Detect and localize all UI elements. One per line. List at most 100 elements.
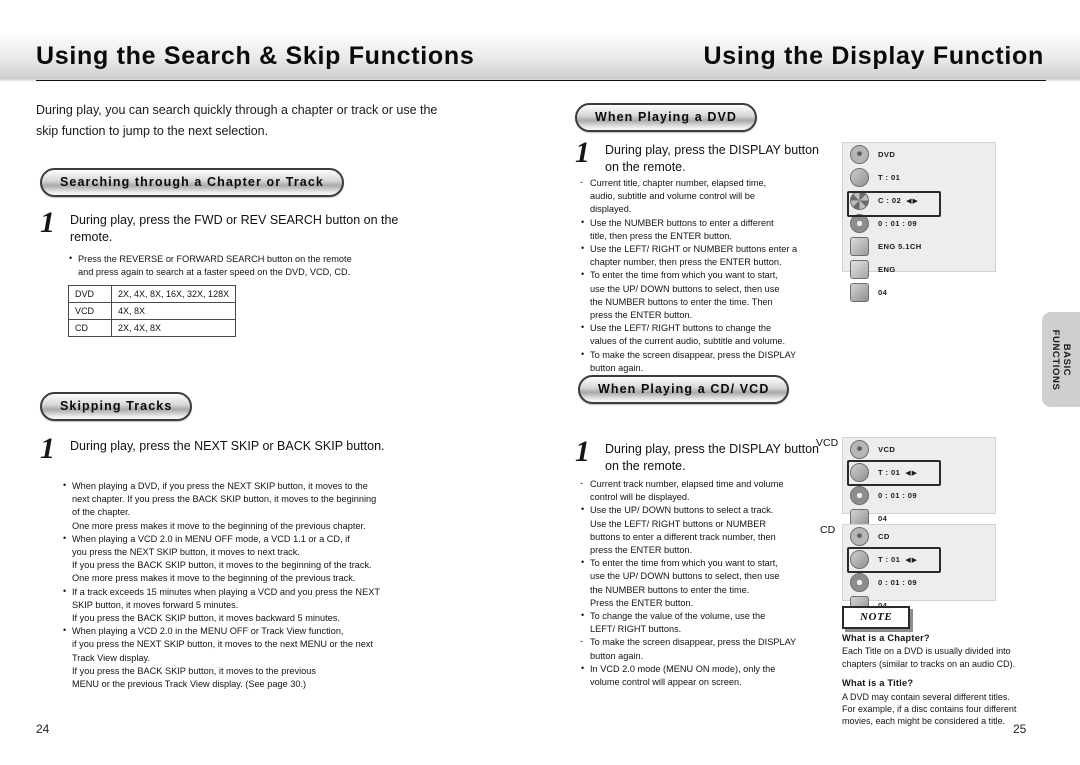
list-item-line: To enter the time from which you want to…	[590, 270, 778, 281]
list-item-line: button again.	[590, 650, 644, 661]
note-item-heading: What is a Title?	[842, 678, 914, 689]
step-text: During play, press the FWD or REV SEARCH…	[70, 213, 399, 244]
list-item-line: the NUMBER buttons to enter the time.	[590, 584, 750, 595]
osd-tag-vcd: VCD	[816, 437, 839, 449]
list-item-line: you press the NEXT SKIP button, it moves…	[72, 547, 300, 558]
note-item-body: Each Title on a DVD is usually divided i…	[842, 646, 1016, 669]
osd-row-label: CD	[878, 532, 890, 541]
step-skip: 1 During play, press the NEXT SKIP or BA…	[40, 432, 440, 465]
list-item-line: If you press the BACK SKIP button, it mo…	[72, 665, 316, 676]
table-cell-label: CD	[68, 319, 112, 337]
table-cell-label: DVD	[68, 285, 112, 303]
header-rule	[36, 80, 1046, 81]
bullet-glyph: -	[580, 478, 583, 488]
osd-row: 0 : 01 : 09	[843, 484, 995, 507]
list-item-line: of the chapter.	[72, 507, 131, 518]
list-item: • Press the REVERSE or FORWARD SEARCH bu…	[68, 253, 448, 266]
step-text: During play, press the DISPLAY button on…	[605, 442, 820, 473]
list-item-line: press the ENTER button.	[590, 545, 693, 556]
note-item-heading: What is a Chapter?	[842, 633, 930, 643]
osd-row: VCD	[843, 438, 995, 461]
note-item-body: A DVD may contain several different titl…	[842, 691, 1017, 727]
disc-icon	[850, 527, 869, 546]
list-item-line: Use the LEFT/ RIGHT buttons or NUMBER	[590, 518, 766, 529]
audio-icon	[850, 237, 869, 256]
table-cell-value: 2X, 4X, 8X	[110, 319, 237, 337]
right-page-number: 25	[1013, 722, 1027, 736]
list-item-line: To change the value of the volume, use t…	[590, 611, 766, 622]
list-item-line: Use the LEFT/ RIGHT or NUMBER buttons en…	[590, 244, 798, 255]
bullet-glyph: •	[581, 322, 585, 333]
list-item-line: Press the REVERSE or FORWARD SEARCH butt…	[78, 254, 352, 264]
bullet-glyph: •	[581, 269, 585, 280]
list-item-line: values of the current audio, subtitle an…	[590, 336, 786, 347]
list-item-line: If you press the BACK SKIP button, it mo…	[72, 560, 372, 571]
osd-tag-cd: CD	[820, 524, 836, 536]
heading-skipping-tracks: Skipping Tracks	[40, 392, 193, 421]
osd-highlight-box	[847, 547, 941, 573]
search-bullets: • Press the REVERSE or FORWARD SEARCH bu…	[68, 253, 448, 279]
bullet-glyph: -	[580, 177, 583, 187]
list-item: • If a track exceeds 15 minutes when play…	[62, 586, 452, 599]
osd-panel-dvd: DVD T : 01 C : 02 ◀▶ 0 : 01 : 09 ENG 5.1CH ENG…	[842, 142, 996, 302]
osd-panel-vcd: VCD T : 01 ◀▶ 0 : 01 : 09 04	[842, 437, 996, 528]
clock-icon	[850, 573, 869, 592]
list-item-line: To make the screen disappear, press the …	[590, 637, 797, 648]
osd-row: 04	[843, 281, 995, 304]
search-speed-table: DVD 2X, 4X, 8X, 16X, 32X, 128X VCD 4X, 8…	[68, 285, 237, 337]
osd-row-label: 0 : 01 : 09	[878, 491, 918, 500]
step-text: During play, press the NEXT SKIP or BACK…	[70, 439, 385, 453]
osd-panel-cd: CDT : 01◀▶0 : 01 : 0904	[842, 524, 996, 615]
list-item-line: Use the UP/ DOWN buttons to select a tra…	[590, 505, 774, 516]
osd-row-label: VCD	[878, 445, 896, 454]
bullet-glyph: •	[63, 480, 67, 490]
list-item-line: use the UP/ DOWN buttons to select, then…	[590, 571, 780, 582]
list-item-line: button again.	[590, 362, 644, 373]
list-item-line: displayed.	[590, 204, 632, 215]
list-item-line: LEFT/ RIGHT buttons.	[590, 624, 682, 635]
step-number: 1	[575, 435, 590, 468]
list-item: • When playing a VCD 2.0 in the MENU OFF …	[62, 625, 452, 638]
list-item-line: One more press makes it move to the begi…	[72, 520, 366, 531]
list-item: • Use the NUMBER buttons to enter a diffe…	[580, 217, 830, 230]
list-item-line: press the ENTER button.	[590, 310, 693, 321]
bullet-glyph: •	[63, 585, 67, 596]
list-item-line: Track View display.	[72, 652, 150, 663]
osd-row-label: T : 01	[878, 173, 901, 182]
list-item-line: Current title, chapter number, elapsed t…	[590, 178, 767, 188]
list-item-line: When playing a VCD 2.0 in MENU OFF mode,…	[72, 533, 350, 544]
side-tab-basic-functions: BASIC FUNCTIONS	[1042, 312, 1080, 407]
bullet-glyph: •	[581, 216, 585, 227]
osd-highlight-box	[847, 460, 941, 486]
disc-icon	[850, 145, 869, 164]
list-item-line: Use the LEFT/ RIGHT buttons to change th…	[590, 323, 772, 334]
clock-icon	[850, 486, 869, 505]
list-item-line: buttons to enter a different track numbe…	[590, 531, 776, 542]
list-item-line: if you press the NEXT SKIP button, it mo…	[72, 639, 373, 650]
subtitle-icon	[850, 260, 869, 279]
osd-row-label: 04	[878, 514, 888, 523]
osd-highlight-box	[847, 191, 941, 217]
table-cell-value: 4X, 8X	[110, 302, 237, 320]
bullet-glyph: •	[63, 532, 67, 543]
list-item-line: volume control will appear on screen.	[590, 677, 742, 688]
list-item-line: Press the ENTER button.	[590, 597, 694, 608]
list-item: • When playing a VCD 2.0 in MENU OFF mode…	[62, 533, 452, 546]
list-item-line: MENU or the previous Track View display.…	[72, 679, 307, 690]
list-item: • When playing a DVD, if you press the NE…	[62, 480, 452, 493]
list-item: - Current title, chapter number, elapsed …	[580, 177, 830, 190]
heading-searching-chapter-track: Searching through a Chapter or Track	[40, 168, 344, 197]
list-item: • Use the LEFT/ RIGHT or NUMBER buttons e…	[580, 243, 830, 256]
list-item: - Current track number, elapsed time and …	[580, 478, 830, 491]
osd-row-label: ENG	[878, 265, 896, 274]
osd-row-label: 04	[878, 288, 888, 297]
cdvcd-display-bullets: - Current track number, elapsed time and …	[580, 478, 830, 689]
volume-icon	[850, 283, 869, 302]
table-cell-label: VCD	[68, 302, 112, 320]
list-item-line: use the UP/ DOWN buttons to select, then…	[590, 283, 780, 294]
list-item-line: In VCD 2.0 mode (MENU ON mode), only the	[590, 663, 776, 674]
table-row: VCD 4X, 8X	[68, 302, 237, 320]
title-icon	[850, 168, 869, 187]
list-item-line: title, then press the ENTER button.	[590, 230, 732, 241]
step-number: 1	[40, 206, 55, 239]
